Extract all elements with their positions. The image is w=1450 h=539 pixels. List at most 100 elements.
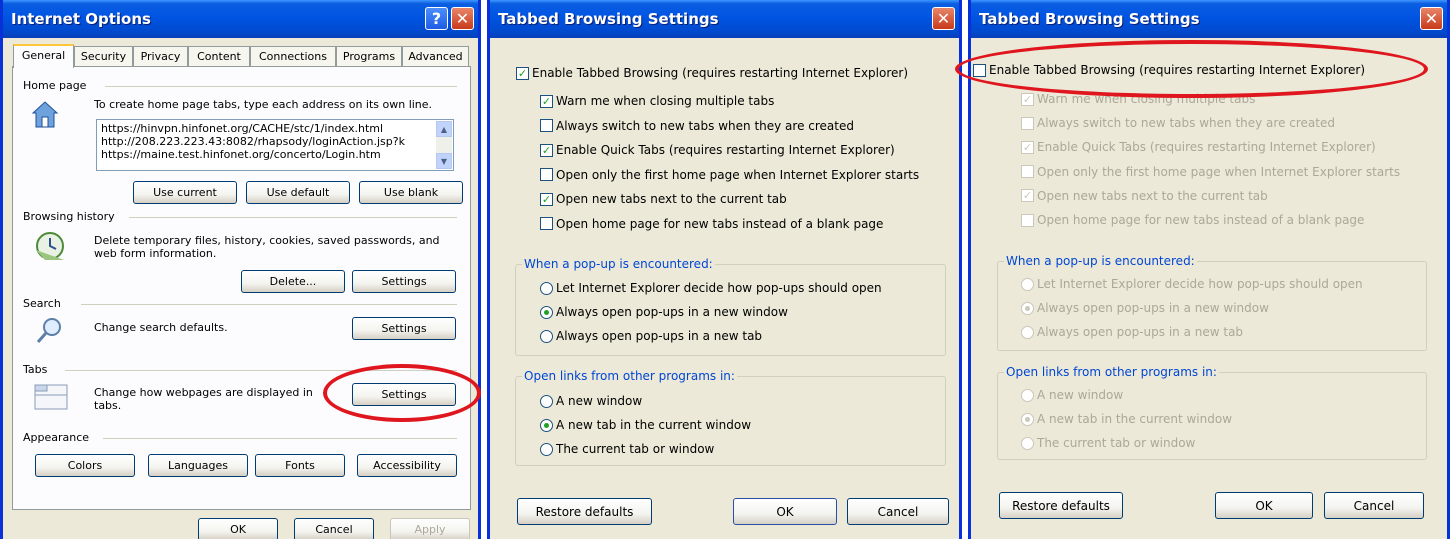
checkbox-label: Warn me when closing multiple tabs [556,94,775,108]
use-default-button[interactable]: Use default [246,181,350,204]
checkbox-icon: ✓ [540,217,553,230]
group-title: Open links from other programs in: [1004,365,1219,379]
tab-option-checkbox[interactable]: ✓Open only the first home page when Inte… [540,166,919,184]
checkbox-label: Enable Quick Tabs (requires restarting I… [556,143,895,157]
tab-option-checkbox: ✓ Warn me when closing multiple tabs [1021,90,1255,108]
home-icon [31,101,59,128]
radio-label: A new tab in the current window [1037,412,1233,426]
search-magnifier-icon [36,318,61,343]
checkbox-label: Always switch to new tabs when they are … [1037,116,1335,131]
scroll-down-icon[interactable]: ▼ [436,153,452,169]
radio-icon [540,281,553,295]
tab-option-checkbox[interactable]: ✓Open home page for new tabs instead of … [540,215,883,233]
fonts-button[interactable]: Fonts [255,454,345,477]
group-title: When a pop-up is encountered: [1004,254,1197,268]
languages-button[interactable]: Languages [148,454,248,477]
tabs-window-icon [34,384,68,410]
tab-programs[interactable]: Programs [336,46,402,67]
cancel-button[interactable]: Cancel [847,498,949,525]
enable-tabbed-browsing-checkbox[interactable]: ✓ Enable Tabbed Browsing (requires resta… [516,64,908,82]
radio-icon [540,394,553,408]
checkbox-label: Open only the first home page when Inter… [556,167,920,182]
accessibility-button[interactable]: Accessibility [357,454,457,477]
tab-option-checkbox[interactable]: ✓ Warn me when closing multiple tabs [540,92,774,110]
cancel-button[interactable]: Cancel [294,518,374,539]
colors-button[interactable]: Colors [35,454,135,477]
ok-button[interactable]: OK [198,518,278,539]
internet-options-dialog: Internet Options ? ✕ General Security Pr… [0,0,481,539]
title-bar: Internet Options ? ✕ [3,0,478,38]
close-button[interactable]: ✕ [932,7,955,30]
checkbox-label: Open home page for new tabs instead of a… [556,216,884,231]
radio-option: Let Internet Explorer decide how pop-ups… [1021,275,1363,293]
use-blank-button[interactable]: Use blank [359,181,463,204]
radio-label: Always open pop-ups in a new tab [556,329,763,343]
tab-connections[interactable]: Connections [250,46,336,67]
checkbox-icon: ✓ [516,66,529,80]
home-page-url-textarea[interactable]: https://hinvpn.hinfonet.org/CACHE/stc/1/… [96,119,454,171]
cancel-button[interactable]: Cancel [1324,492,1424,519]
delete-button[interactable]: Delete... [241,270,345,293]
checkbox-icon: ✓ [540,94,553,108]
history-settings-button[interactable]: Settings [352,270,456,293]
radio-icon [540,305,553,319]
radio-label: The current tab or window [556,442,715,456]
radio-option[interactable]: The current tab or window [540,440,714,458]
radio-label: A new tab in the current window [556,418,752,432]
checkbox-icon: ✓ [1021,140,1034,154]
radio-option[interactable]: A new tab in the current window [540,416,751,434]
radio-icon [1021,277,1034,291]
search-settings-button[interactable]: Settings [352,317,456,340]
radio-label: Always open pop-ups in a new window [1037,301,1269,315]
restore-defaults-button[interactable]: Restore defaults [999,492,1123,519]
dialog-title: Internet Options [11,10,151,28]
radio-option: A new tab in the current window [1021,410,1232,428]
title-bar: Tabbed Browsing Settings ✕ [971,0,1447,38]
radio-option[interactable]: A new window [540,392,642,410]
checkbox-label: Open new tabs next to the current tab [556,192,787,206]
help-button[interactable]: ? [425,7,448,30]
checkbox-label: Warn me when closing multiple tabs [1037,92,1256,106]
ok-button[interactable]: OK [733,498,837,525]
restore-defaults-button[interactable]: Restore defaults [517,498,652,525]
dialog-title: Tabbed Browsing Settings [498,10,719,28]
radio-option[interactable]: Always open pop-ups in a new tab [540,327,762,345]
apply-button[interactable]: Apply [390,518,470,539]
home-page-description: To create home page tabs, type each addr… [94,98,433,111]
tabbed-browsing-settings-dialog: Tabbed Browsing Settings ✕ ✓ Enable Tabb… [487,0,962,539]
radio-icon [540,442,553,456]
dialog-title: Tabbed Browsing Settings [979,10,1200,28]
tab-security[interactable]: Security [74,46,133,67]
close-button[interactable]: ✕ [451,7,474,30]
use-current-button[interactable]: Use current [133,181,237,204]
tab-general[interactable]: General [13,44,74,68]
group-title: Open links from other programs in: [522,369,737,383]
tab-option-checkbox[interactable]: ✓ Open new tabs next to the current tab [540,190,787,208]
tab-advanced[interactable]: Advanced [402,46,469,67]
url-line: https://hinvpn.hinfonet.org/CACHE/stc/1/… [101,122,384,135]
radio-label: Always open pop-ups in a new window [556,305,788,319]
tab-option-checkbox[interactable]: ✓Always switch to new tabs when they are… [540,117,854,135]
divider [81,304,457,305]
browsing-history-description: Delete temporary files, history, cookies… [94,234,440,260]
radio-option[interactable]: Let Internet Explorer decide how pop-ups… [540,279,882,297]
checkbox-icon: ✓ [1021,189,1034,203]
checkbox-label: Enable Quick Tabs (requires restarting I… [1037,140,1376,155]
checkbox-label: Open home page for new tabs instead of a… [1037,213,1365,227]
close-button[interactable]: ✕ [1420,7,1443,30]
checkbox-label: Enable Tabbed Browsing (requires restart… [989,63,1366,77]
checkbox-icon: ✓ [1021,165,1034,179]
enable-tabbed-browsing-checkbox[interactable]: ✓ Enable Tabbed Browsing (requires resta… [973,61,1365,79]
tab-option-checkbox[interactable]: ✓ Enable Quick Tabs (requires restarting … [540,141,895,159]
ok-button[interactable]: OK [1215,492,1313,519]
scroll-up-icon[interactable]: ▲ [436,121,452,137]
scrollbar[interactable]: ▲ ▼ [436,121,452,169]
radio-option: Always open pop-ups in a new tab [1021,323,1243,341]
checkbox-icon: ✓ [540,192,553,206]
radio-option[interactable]: Always open pop-ups in a new window [540,303,788,321]
tab-content[interactable]: Content [188,46,250,67]
tabs-settings-button[interactable]: Settings [352,383,456,406]
radio-option: The current tab or window [1021,434,1195,452]
tab-privacy[interactable]: Privacy [133,46,188,67]
tabs-heading: Tabs [23,363,48,376]
